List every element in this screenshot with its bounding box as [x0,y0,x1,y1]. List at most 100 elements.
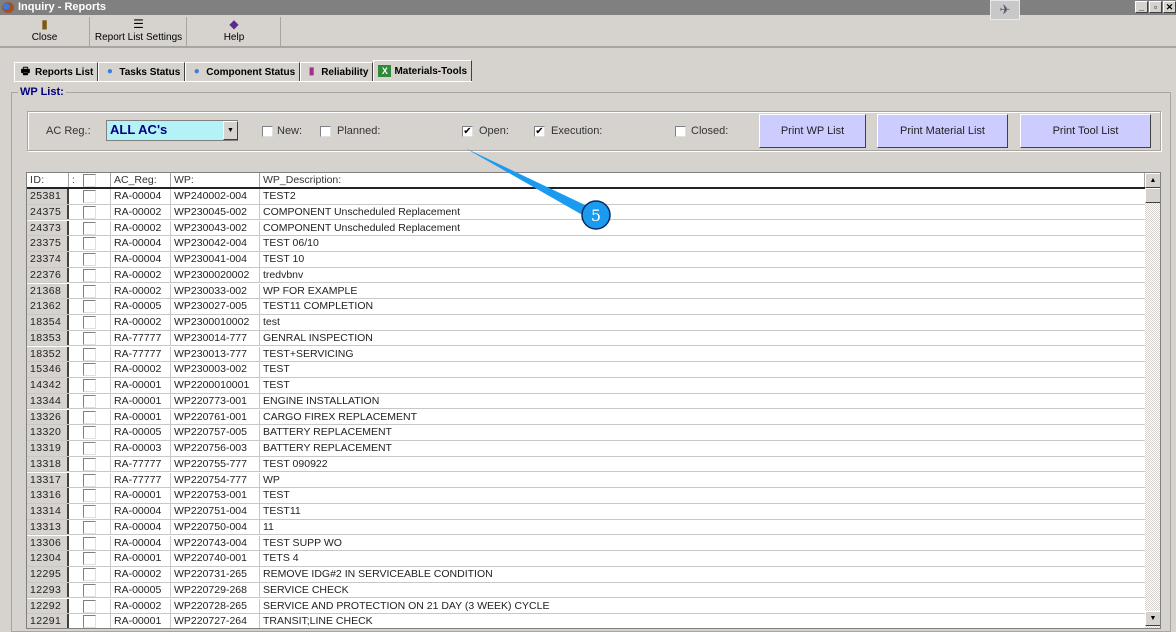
table-row[interactable]: 24375 RA-00002 WP230045-002 COMPONENT Un… [27,204,1145,221]
cell-id[interactable]: 21362 [27,299,69,314]
col-select[interactable]: : [69,173,111,187]
row-checkbox[interactable] [83,583,96,597]
cell-id[interactable]: 18354 [27,315,69,330]
print-wp-list-button[interactable]: Print WP List [759,114,866,148]
row-checkbox[interactable] [83,253,96,266]
tab-materials-tools[interactable]: X Materials-Tools [373,60,473,81]
cell-id[interactable]: 13344 [27,393,69,409]
tab-reports-list[interactable]: 🖶 Reports List [14,62,99,81]
row-checkbox[interactable] [83,489,96,503]
row-checkbox[interactable] [83,536,96,550]
table-row[interactable]: 12293 RA-00005 WP220729-268 SERVICE CHEC… [27,582,1145,599]
cell-id[interactable]: 23374 [27,252,69,267]
select-all-checkbox[interactable] [83,174,96,187]
execution-checkbox[interactable]: ✔ [534,126,545,137]
chevron-down-icon[interactable]: ▼ [223,121,238,140]
scroll-up-button[interactable]: ▲ [1145,173,1160,188]
table-row[interactable]: 25381 RA-00004 WP240002-004 TEST2 [27,189,1145,205]
report-list-settings-button[interactable]: ☰ Report List Settings [91,17,187,47]
cell-id[interactable]: 12293 [27,582,69,598]
table-row[interactable]: 18354 RA-00002 WP2300010002 test [27,315,1145,331]
minimize-button[interactable]: _ [1135,1,1148,13]
row-checkbox[interactable] [83,300,96,314]
row-checkbox[interactable] [83,520,96,534]
close-button[interactable]: ▮ Close [0,17,90,47]
row-checkbox[interactable] [83,394,96,408]
table-row[interactable]: 13318 RA-77777 WP220755-777 TEST 090922 [27,456,1145,473]
col-wp[interactable]: WP: [171,173,260,187]
table-row[interactable]: 12295 RA-00002 WP220731-265 REMOVE IDG#2… [27,567,1145,583]
table-row[interactable]: 13316 RA-00001 WP220753-001 TEST [27,488,1145,504]
row-checkbox[interactable] [83,316,96,329]
row-checkbox[interactable] [83,505,96,518]
row-checkbox[interactable] [83,205,96,219]
row-checkbox[interactable] [83,221,96,235]
vertical-scrollbar[interactable]: ▲ ▼ [1145,173,1160,628]
table-row[interactable]: 21368 RA-00002 WP230033-002 WP FOR EXAMP… [27,283,1145,300]
table-row[interactable]: 12291 RA-00001 WP220727-264 TRANSIT;LINE… [27,614,1145,628]
cell-id[interactable]: 13320 [27,425,69,440]
cell-id[interactable]: 24373 [27,220,69,236]
cell-id[interactable]: 13319 [27,441,69,456]
cell-id[interactable]: 14342 [27,378,69,393]
row-checkbox[interactable] [83,442,96,455]
table-row[interactable]: 13306 RA-00004 WP220743-004 TEST SUPP WO [27,535,1145,552]
table-row[interactable]: 22376 RA-00002 WP2300020002 tredvbnv [27,267,1145,284]
print-material-list-button[interactable]: Print Material List [877,114,1008,148]
table-row[interactable]: 12304 RA-00001 WP220740-001 TETS 4 [27,551,1145,567]
row-checkbox[interactable] [83,190,96,203]
planned-checkbox[interactable] [320,126,331,137]
cell-id[interactable]: 13316 [27,488,69,503]
row-checkbox[interactable] [83,552,96,566]
row-checkbox[interactable] [83,457,96,471]
cell-id[interactable]: 18353 [27,330,69,346]
table-row[interactable]: 18352 RA-77777 WP230013-777 TEST+SERVICI… [27,346,1145,363]
restore-button[interactable]: ▫ [1149,1,1162,13]
row-checkbox[interactable] [83,599,96,613]
table-row[interactable]: 18353 RA-77777 WP230014-777 GENRAL INSPE… [27,330,1145,347]
cell-id[interactable]: 12295 [27,567,69,582]
cell-id[interactable]: 13313 [27,519,69,535]
row-checkbox[interactable] [83,268,96,282]
row-checkbox[interactable] [83,473,96,487]
cell-id[interactable]: 13306 [27,535,69,551]
tab-component-status[interactable]: ● Component Status [185,62,301,81]
closed-checkbox[interactable] [675,126,686,137]
close-window-button[interactable]: ✕ [1163,1,1176,13]
help-button[interactable]: ◆ Help [188,17,281,47]
row-checkbox[interactable] [83,331,96,345]
table-row[interactable]: 13313 RA-00004 WP220750-004 11 [27,519,1145,536]
row-checkbox[interactable] [83,410,96,424]
table-row[interactable]: 24373 RA-00002 WP230043-002 COMPONENT Un… [27,220,1145,237]
cell-id[interactable]: 21368 [27,283,69,299]
tab-tasks-status[interactable]: ● Tasks Status [98,62,186,81]
table-row[interactable]: 13320 RA-00005 WP220757-005 BATTERY REPL… [27,425,1145,441]
print-tool-list-button[interactable]: Print Tool List [1020,114,1151,148]
table-row[interactable]: 13326 RA-00001 WP220761-001 CARGO FIREX … [27,409,1145,426]
cell-id[interactable]: 18352 [27,346,69,362]
table-row[interactable]: 13319 RA-00003 WP220756-003 BATTERY REPL… [27,441,1145,457]
col-ac-reg[interactable]: AC_Reg: [111,173,171,187]
row-checkbox[interactable] [83,284,96,298]
table-row[interactable]: 13314 RA-00004 WP220751-004 TEST11 [27,504,1145,520]
cell-id[interactable]: 25381 [27,189,69,204]
cell-id[interactable]: 24375 [27,204,69,220]
row-checkbox[interactable] [83,363,96,377]
table-row[interactable]: 23375 RA-00004 WP230042-004 TEST 06/10 [27,236,1145,252]
cell-id[interactable]: 12304 [27,551,69,566]
cell-id[interactable]: 13318 [27,456,69,472]
row-checkbox[interactable] [83,615,96,628]
table-row[interactable]: 21362 RA-00005 WP230027-005 TEST11 COMPL… [27,299,1145,315]
cell-id[interactable]: 13314 [27,504,69,519]
scroll-thumb[interactable] [1145,188,1160,203]
col-id[interactable]: ID: [27,173,69,187]
cell-id[interactable]: 12291 [27,614,69,628]
scroll-down-button[interactable]: ▼ [1145,611,1160,626]
col-description[interactable]: WP_Description: [260,173,1145,187]
table-row[interactable]: 23374 RA-00004 WP230041-004 TEST 10 [27,252,1145,268]
table-row[interactable]: 14342 RA-00001 WP2200010001 TEST [27,378,1145,394]
row-checkbox[interactable] [83,426,96,440]
cell-id[interactable]: 13326 [27,409,69,425]
table-row[interactable]: 13344 RA-00001 WP220773-001 ENGINE INSTA… [27,393,1145,410]
row-checkbox[interactable] [83,568,96,581]
